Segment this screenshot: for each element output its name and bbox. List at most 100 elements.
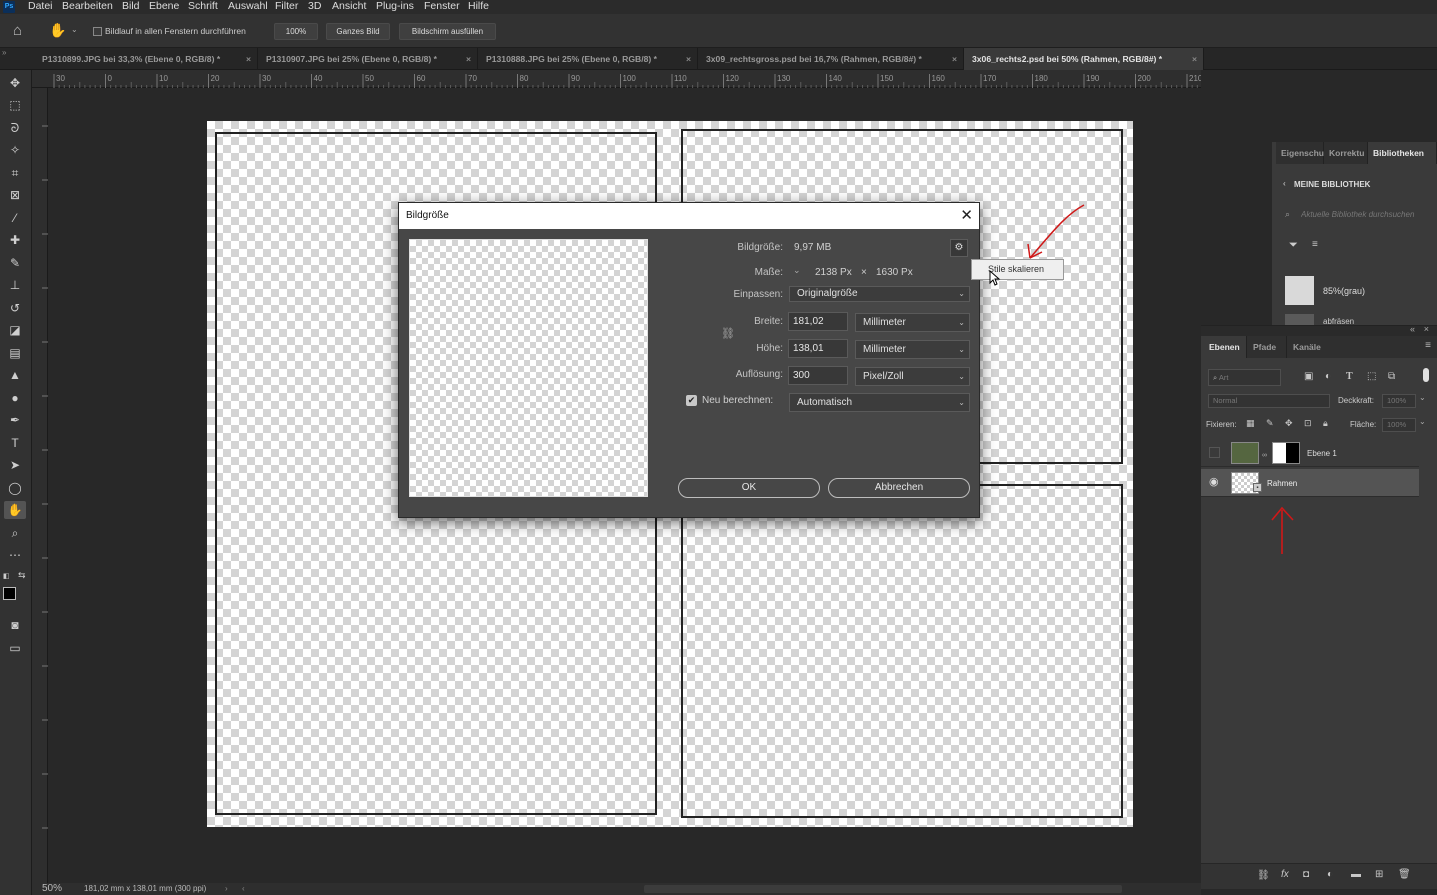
layer-row-ebene-1[interactable]: ∞ Ebene 1 [1201,439,1419,467]
delete-layer-icon[interactable]: 🗑︎ [1398,869,1411,880]
smart-object-filter-icon[interactable]: ⧉ [1388,371,1395,382]
lock-transparent-icon[interactable]: ▦ [1246,418,1255,429]
fit-to-select[interactable]: Originalgröße ⌄ [789,286,970,302]
close-icon[interactable]: × [466,48,471,70]
close-icon[interactable]: × [686,48,691,70]
tab-libraries[interactable]: Bibliotheken [1368,142,1437,164]
link-constrain-icon[interactable]: ⛓ [721,327,735,340]
dimensions-dropdown-chevron-icon[interactable]: ⌄ [793,265,801,276]
cancel-button[interactable]: Abbrechen [828,478,970,498]
menu-bearbeiten[interactable]: Bearbeiten [62,0,113,13]
gradient-tool-icon[interactable]: ▤ [4,344,26,362]
visibility-toggle-off[interactable] [1209,447,1220,458]
lasso-tool-icon[interactable]: ᘐ [4,119,26,137]
eyedropper-tool-icon[interactable]: ⁄ [4,209,26,227]
menu-hilfe[interactable]: Hilfe [468,0,489,13]
adjustment-layer-icon[interactable]: ◐ [1327,869,1333,880]
menu-ebene[interactable]: Ebene [149,0,179,13]
lock-all-icon[interactable]: 🔒︎ [1323,418,1328,429]
healing-brush-tool-icon[interactable]: ✚ [4,231,26,249]
menu-filter[interactable]: Filter [275,0,298,13]
new-group-icon[interactable]: ▬ [1351,869,1361,880]
blend-mode-select[interactable]: Normal [1208,394,1330,408]
menu-auswahl[interactable]: Auswahl [228,0,268,13]
screen-mode-icon[interactable]: ▭ [4,639,26,657]
shape-filter-icon[interactable]: ⬚ [1367,371,1376,382]
tab-p1310899[interactable]: P1310899.JPG bei 33,3% (Ebene 0, RGB/8) … [34,48,258,70]
menu-bild[interactable]: Bild [122,0,140,13]
blur-tool-icon[interactable]: ▲ [4,366,26,384]
path-selection-tool-icon[interactable]: ➤ [4,456,26,474]
eye-icon[interactable]: ◉ [1209,475,1219,488]
tab-paths[interactable]: Pfade [1247,336,1287,358]
close-icon[interactable]: × [1424,324,1429,334]
tab-adjustments[interactable]: Korrektu [1324,142,1368,164]
crop-tool-icon[interactable]: ⌗ [4,164,26,182]
default-colors-icon[interactable]: ◧ [3,572,11,580]
dodge-tool-icon[interactable]: ● [4,389,26,407]
frame-tool-icon[interactable]: ⊠ [4,186,26,204]
chevron-down-icon[interactable]: ⌄ [71,25,78,34]
pen-tool-icon[interactable]: ✒ [4,411,26,429]
tab-p1310888[interactable]: P1310888.JPG bei 25% (Ebene 0, RGB/8) * × [478,48,698,70]
horizontal-scrollbar[interactable] [644,885,1122,893]
sort-icon[interactable]: ≡ [1312,239,1318,250]
tab-3x09-rechtsgross[interactable]: 3x09_rechtsgross.psd bei 16,7% (Rahmen, … [698,48,964,70]
fit-screen-button[interactable]: Ganzes Bild [326,23,390,40]
library-search-input[interactable]: Aktuelle Bibliothek durchsuchen [1301,210,1435,219]
link-layers-icon[interactable]: ⛓ [1257,870,1270,881]
zoom-100-button[interactable]: 100% [274,23,318,40]
color-swatch-2[interactable] [1285,314,1314,325]
new-layer-icon[interactable]: ⊞ [1375,869,1383,880]
tab-p1310907[interactable]: P1310907.JPG bei 25% (Ebene 0, RGB/8) * × [258,48,478,70]
tab-properties[interactable]: Eigenschu [1276,142,1324,164]
tab-3x06-rechts2[interactable]: 3x06_rechts2.psd bei 50% (Rahmen, RGB/8#… [964,48,1204,70]
chevron-left-icon[interactable]: ‹ [242,883,245,895]
gear-icon[interactable]: ⚙ [950,239,968,257]
more-tools-icon[interactable]: ⋯ [4,546,26,564]
collapse-toolbar-icon[interactable]: » [2,48,6,57]
menu-3d[interactable]: 3D [308,0,321,13]
type-filter-icon[interactable]: T [1346,371,1353,382]
color-swatch[interactable] [1285,276,1314,305]
swatch-label-2[interactable]: abfräsen [1323,317,1354,325]
back-chevron-icon[interactable]: ‹ [1283,179,1286,188]
resolution-input[interactable]: 300 [788,366,848,385]
add-mask-icon[interactable]: ◘ [1303,869,1309,880]
lock-pixels-icon[interactable]: ✎ [1266,418,1274,429]
height-input[interactable]: 138,01 [788,339,848,358]
close-icon[interactable]: × [246,48,251,70]
layer-row-rahmen[interactable]: ◉ ▪ Rahmen [1201,469,1419,497]
chevron-down-icon[interactable]: ⌄ [1419,393,1426,402]
foreground-color-swatch[interactable] [3,587,16,600]
marquee-tool-icon[interactable]: ⬚ [4,96,26,114]
layer-mask-thumbnail[interactable] [1272,442,1300,464]
menu-schrift[interactable]: Schrift [188,0,218,13]
collapse-icon[interactable]: « [1410,324,1415,334]
hand-tool-preset-icon[interactable]: ✋ [49,22,66,39]
fill-screen-button[interactable]: Bildschirm ausfüllen [399,23,496,40]
magic-wand-tool-icon[interactable]: ✧ [4,141,26,159]
swap-colors-icon[interactable]: ⇆ [18,570,26,581]
filter-toggle[interactable] [1423,368,1429,382]
zoom-level[interactable]: 50% [42,883,62,895]
menu-ansicht[interactable]: Ansicht [332,0,366,13]
menu-datei[interactable]: Datei [28,0,53,13]
chevron-down-icon[interactable]: ⌄ [1419,417,1426,426]
move-tool-icon[interactable]: ✥ [4,74,26,92]
dialog-title-bar[interactable]: Bildgröße ✕ [399,203,979,229]
eraser-tool-icon[interactable]: ◪ [4,321,26,339]
close-icon[interactable]: × [1192,48,1197,70]
history-brush-tool-icon[interactable]: ↺ [4,299,26,317]
resample-select[interactable]: Automatisch ⌄ [789,393,970,412]
resample-checkbox[interactable]: ✔ [686,395,697,406]
layer-name[interactable]: Ebene 1 [1307,449,1337,458]
zoom-tool-icon[interactable]: ⌕ [4,524,26,542]
home-icon[interactable]: ⌂ [13,22,22,39]
close-icon[interactable]: × [952,48,957,70]
opacity-input[interactable]: 100% [1382,394,1416,408]
resolution-unit-select[interactable]: Pixel/Zoll ⌄ [855,367,970,386]
type-tool-icon[interactable]: T [4,434,26,452]
menu-plugins[interactable]: Plug-ins [376,0,414,13]
quick-mask-icon[interactable]: ◙ [4,616,26,634]
